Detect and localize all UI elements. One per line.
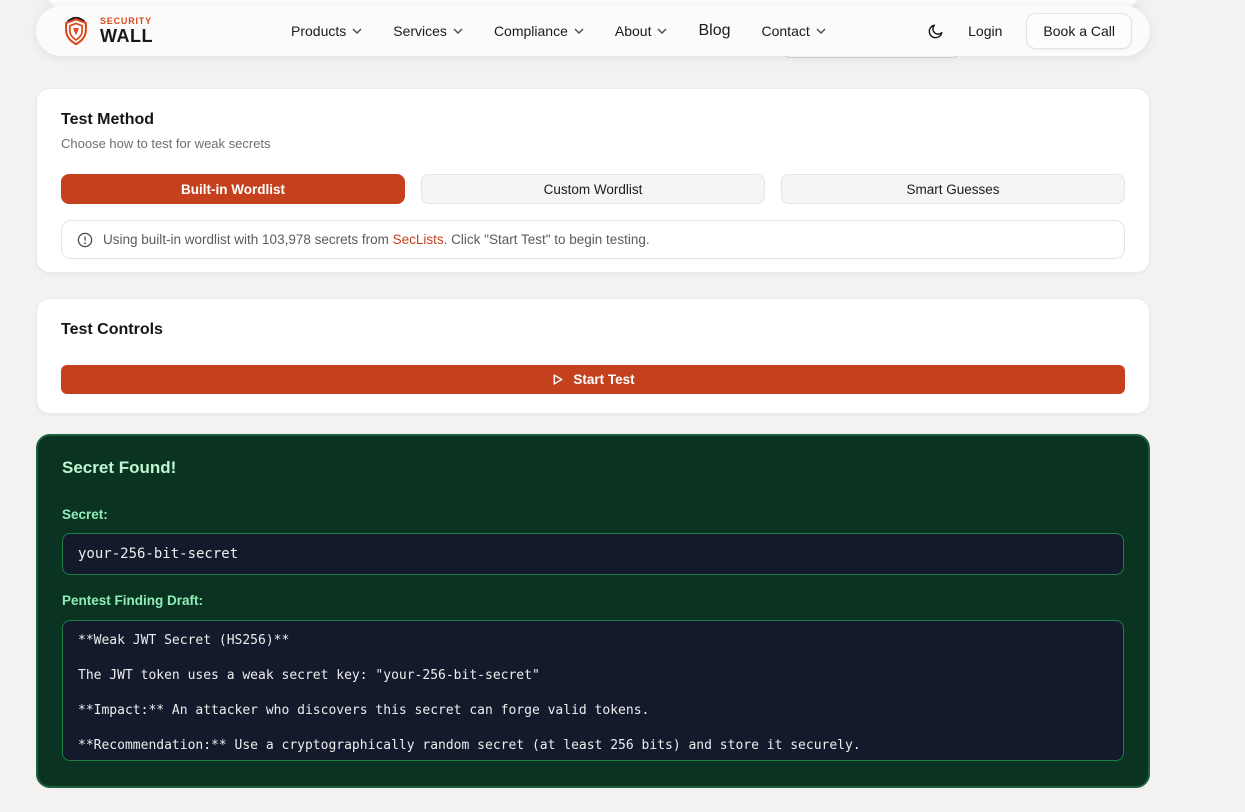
brand-name-bottom: WALL: [100, 26, 153, 46]
chevron-down-icon: [574, 28, 584, 34]
seclists-link[interactable]: SecLists: [393, 232, 444, 247]
navbar: SECURITY WALL Products Services Complian…: [36, 6, 1150, 56]
nav-item-compliance[interactable]: Compliance: [494, 23, 584, 39]
secret-found-title: Secret Found!: [62, 458, 177, 477]
secret-label: Secret:: [62, 507, 108, 522]
method-custom-wordlist-button[interactable]: Custom Wordlist: [421, 174, 765, 204]
finding-draft-textarea[interactable]: **Weak JWT Secret (HS256)** The JWT toke…: [62, 620, 1124, 761]
test-controls-card: Test Controls Start Test: [36, 298, 1150, 414]
test-method-card: Test Method Choose how to test for weak …: [36, 88, 1150, 273]
nav-item-contact[interactable]: Contact: [762, 23, 826, 39]
nav-item-products[interactable]: Products: [291, 23, 362, 39]
book-a-call-button[interactable]: Book a Call: [1026, 13, 1132, 49]
wordlist-info-box: Using built-in wordlist with 103,978 sec…: [61, 220, 1125, 259]
brand-logo[interactable]: SECURITY WALL: [60, 15, 153, 47]
dark-mode-toggle[interactable]: [928, 23, 944, 39]
secret-found-card: Secret Found! Secret: Pentest Finding Dr…: [36, 434, 1150, 788]
play-icon: [551, 373, 564, 386]
info-circle-icon: [77, 232, 93, 248]
method-smart-guesses-button[interactable]: Smart Guesses: [781, 174, 1125, 204]
test-method-title: Test Method: [61, 111, 155, 128]
nav-item-services[interactable]: Services: [393, 23, 463, 39]
login-link[interactable]: Login: [968, 23, 1002, 39]
chevron-down-icon: [352, 28, 362, 34]
shield-logo-icon: [60, 15, 92, 47]
secret-value-input[interactable]: [62, 533, 1124, 575]
finding-draft-label: Pentest Finding Draft:: [62, 593, 203, 608]
chevron-down-icon: [816, 28, 826, 34]
brand-name-top: SECURITY: [100, 16, 152, 26]
chevron-down-icon: [453, 28, 463, 34]
start-test-button[interactable]: Start Test: [61, 365, 1125, 394]
test-method-subtitle: Choose how to test for weak secrets: [61, 136, 271, 151]
moon-icon: [928, 23, 944, 39]
method-builtin-wordlist-button[interactable]: Built-in Wordlist: [61, 174, 405, 204]
chevron-down-icon: [657, 28, 667, 34]
nav-menu: Products Services Compliance About Blog …: [291, 22, 826, 40]
wordlist-info-text: Using built-in wordlist with 103,978 sec…: [103, 232, 650, 247]
test-controls-title: Test Controls: [61, 321, 163, 338]
nav-item-about[interactable]: About: [615, 23, 668, 39]
nav-item-blog[interactable]: Blog: [698, 22, 730, 40]
